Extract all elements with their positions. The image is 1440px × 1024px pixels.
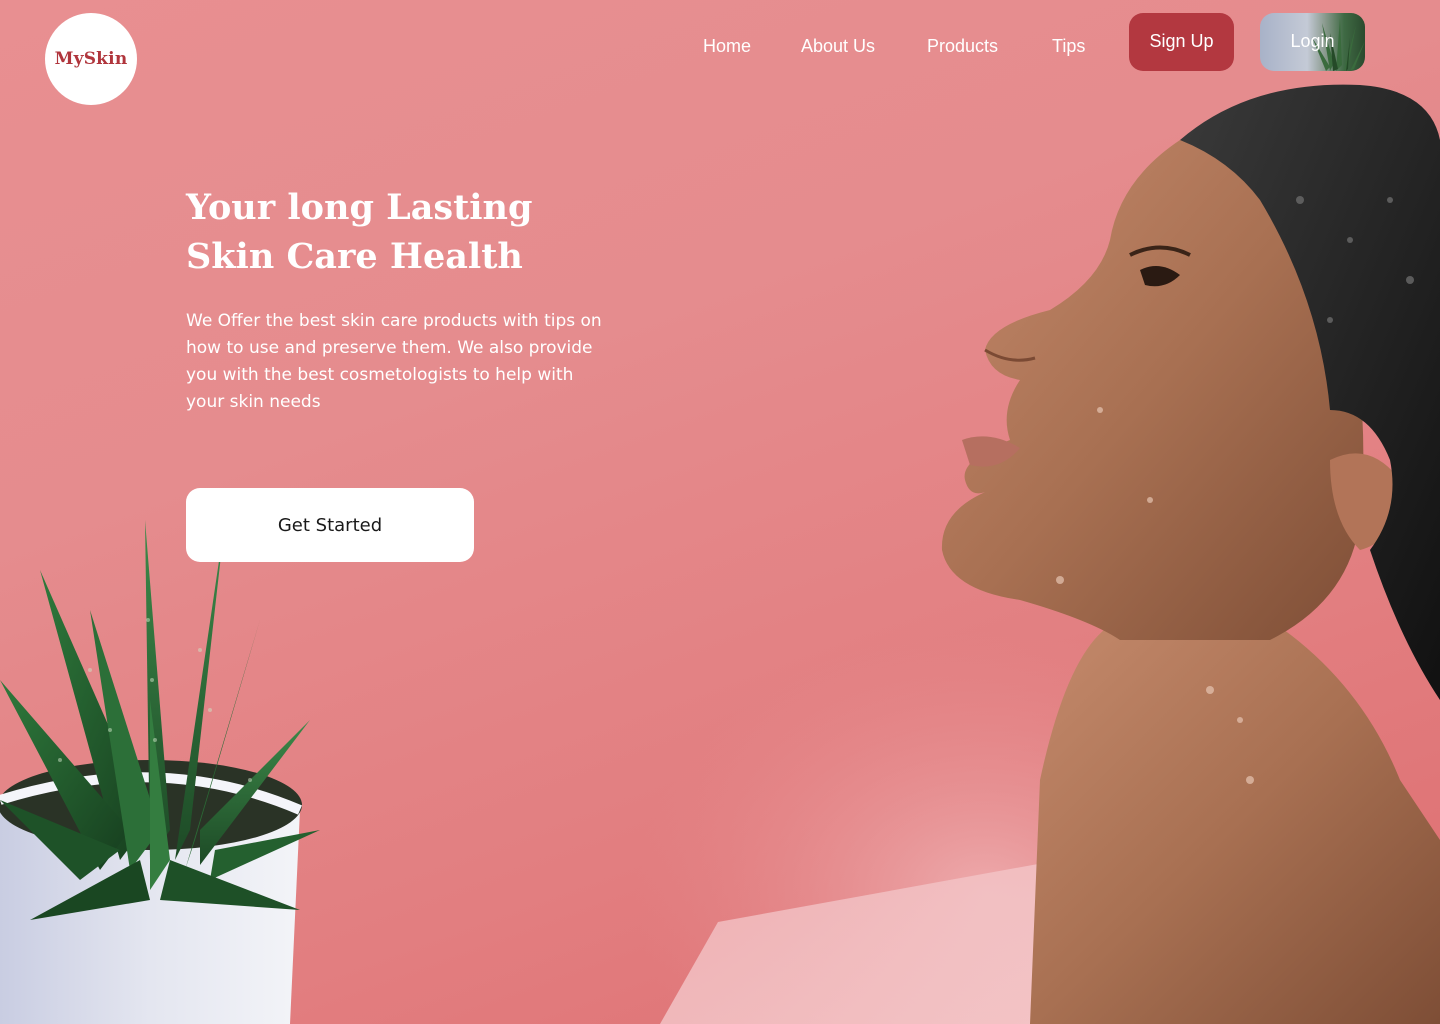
woman-model-image [941, 84, 1440, 1024]
sign-up-label: Sign Up [1149, 30, 1214, 51]
get-started-button[interactable]: Get Started [186, 488, 474, 562]
nav-link-tips[interactable]: Tips [1052, 35, 1085, 57]
aloe-plant-image [0, 520, 320, 1024]
get-started-label: Get Started [277, 514, 383, 536]
login-label: Login [1290, 30, 1335, 51]
login-button[interactable]: Login [1260, 13, 1365, 71]
hero-title-line1: Your long Lasting [186, 187, 533, 228]
nav-link-home[interactable]: Home [703, 35, 751, 57]
nav-link-products[interactable]: Products [927, 35, 998, 57]
nav-link-about-us[interactable]: About Us [801, 35, 875, 57]
hero-title-line2: Skin Care Health [186, 236, 523, 277]
hero-description: We Offer the best skin care products wit… [186, 311, 602, 412]
sign-up-button[interactable]: Sign Up [1129, 13, 1234, 71]
logo-badge[interactable]: MySkin [45, 13, 137, 105]
hero-title: Your long Lasting Skin Care Health [186, 183, 646, 281]
logo-text: MySkin [54, 49, 128, 69]
